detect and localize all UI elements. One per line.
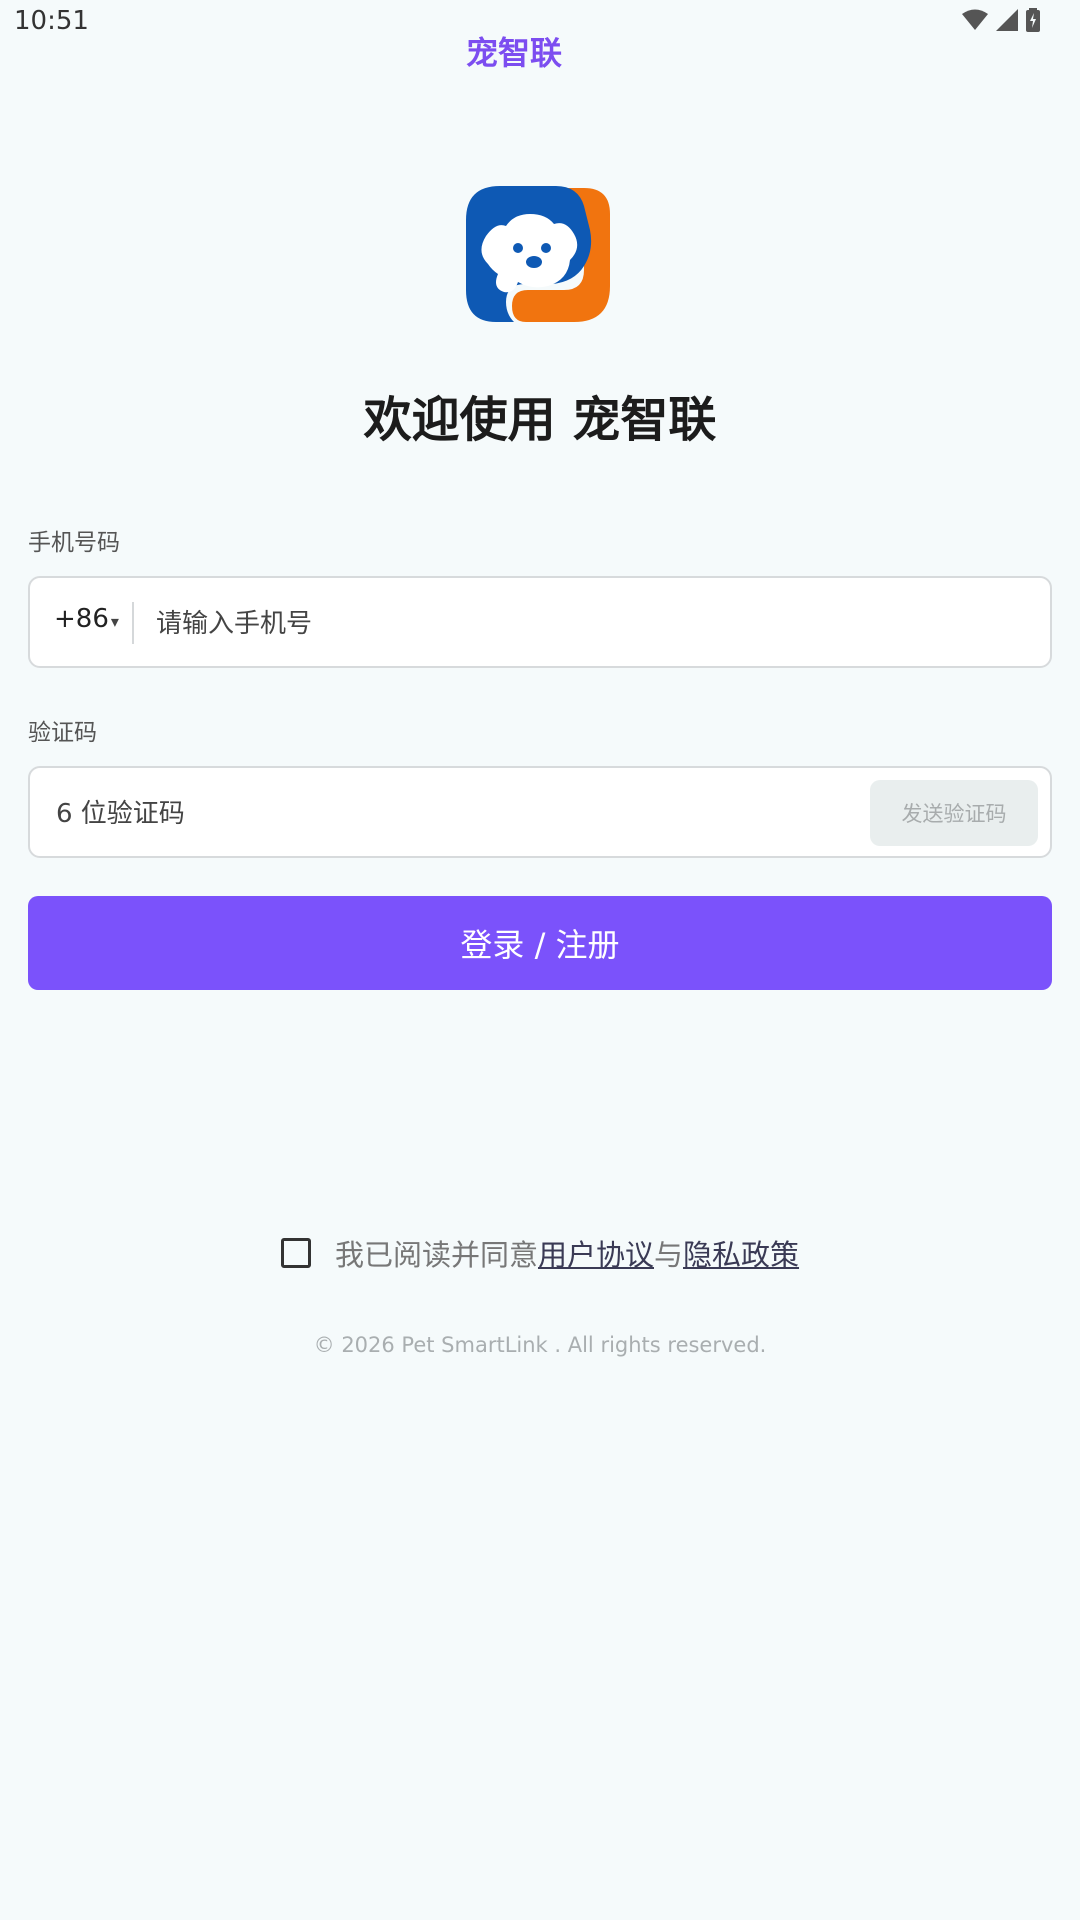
- code-field: 发送验证码: [28, 766, 1052, 858]
- agreement-row: 我已阅读并同意 用户协议与隐私政策: [0, 1232, 1080, 1274]
- welcome-title: 欢迎使用 宠智联: [363, 392, 717, 448]
- app-title: 宠智联: [465, 34, 562, 72]
- agreement-and: 与: [654, 1238, 684, 1272]
- send-code-button[interactable]: 发送验证码: [870, 780, 1038, 846]
- field-divider: [132, 602, 134, 644]
- dog-face-logo-icon: [466, 186, 610, 322]
- code-input[interactable]: [54, 788, 858, 840]
- agreement-checkbox[interactable]: [280, 1238, 311, 1268]
- phone-input[interactable]: [154, 598, 1018, 650]
- privacy-policy-link[interactable]: 隐私政策: [683, 1232, 799, 1274]
- copyright-text: © 2026 Pet SmartLink . All rights reserv…: [313, 1333, 767, 1357]
- agreement-prefix: 我已阅读并同意: [334, 1238, 538, 1272]
- phone-field: +86 ▾: [28, 576, 1052, 668]
- phone-label: 手机号码: [28, 530, 120, 556]
- user-agreement-link[interactable]: 用户协议: [538, 1232, 654, 1274]
- battery-icon: [1026, 8, 1040, 32]
- country-code-value: +86: [54, 604, 109, 634]
- code-label: 验证码: [28, 720, 97, 746]
- country-code-selector[interactable]: +86 ▾: [54, 604, 119, 634]
- chevron-down-icon: ▾: [110, 612, 119, 631]
- login-register-button[interactable]: 登录 / 注册: [28, 896, 1052, 990]
